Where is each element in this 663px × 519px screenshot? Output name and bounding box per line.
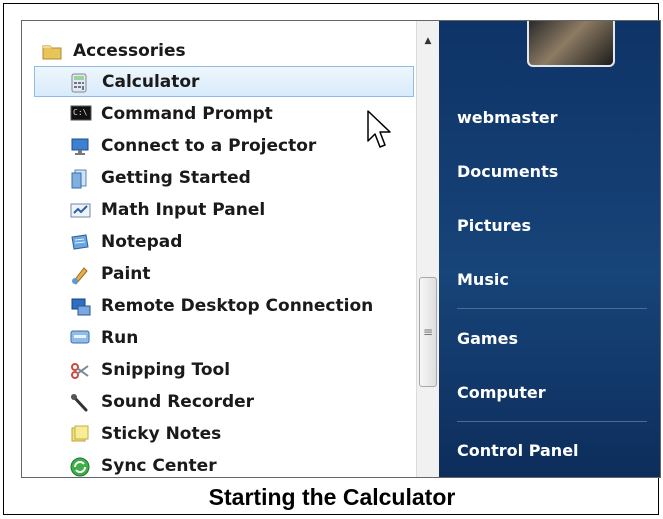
- menu-item-label: Sync Center: [101, 455, 217, 476]
- getting-started-icon: [70, 169, 92, 188]
- mouse-pointer-icon: [366, 109, 394, 159]
- scroll-up-arrow-icon[interactable]: ▲: [417, 31, 439, 51]
- accessories-label: Accessories: [73, 40, 186, 61]
- divider: [457, 308, 647, 309]
- menu-item-paint[interactable]: Paint: [22, 258, 416, 289]
- menu-item-label: Sound Recorder: [101, 391, 255, 412]
- user-name-link[interactable]: webmaster: [457, 108, 557, 127]
- menu-item-getting-started[interactable]: Getting Started: [22, 162, 416, 193]
- menu-item-label: Sticky Notes: [101, 423, 222, 444]
- svg-text:C:\: C:\: [73, 108, 88, 117]
- menu-item-sticky-notes[interactable]: Sticky Notes: [22, 418, 416, 449]
- menu-item-run[interactable]: Run: [22, 322, 416, 353]
- sync-center-icon: [70, 457, 92, 476]
- pictures-link[interactable]: Pictures: [457, 216, 531, 235]
- user-avatar[interactable]: [527, 21, 615, 67]
- menu-item-calculator[interactable]: Calculator: [34, 66, 414, 97]
- accessories-folder[interactable]: Accessories: [22, 35, 416, 66]
- menu-item-sound-recorder[interactable]: Sound Recorder: [22, 386, 416, 417]
- start-menu-right-pane: webmaster Documents Pictures Music Games…: [439, 21, 660, 477]
- projector-icon: [70, 137, 92, 155]
- control-panel-link[interactable]: Control Panel: [457, 441, 579, 460]
- microphone-icon: [70, 393, 92, 411]
- figure-frame: Accessories Calculator C:\ Command Promp…: [3, 3, 661, 515]
- menu-item-math-input[interactable]: Math Input Panel: [22, 194, 416, 225]
- scroll-thumb[interactable]: ≡: [419, 277, 437, 387]
- menu-item-label: Math Input Panel: [101, 199, 266, 220]
- menu-item-remote-desktop[interactable]: Remote Desktop Connection: [22, 290, 416, 321]
- snipping-tool-icon: [70, 361, 92, 379]
- menu-item-notepad[interactable]: Notepad: [22, 226, 416, 257]
- menu-item-label: Connect to a Projector: [101, 135, 317, 156]
- divider: [457, 421, 647, 422]
- math-input-icon: [70, 201, 92, 219]
- all-programs-pane: Accessories Calculator C:\ Command Promp…: [22, 21, 439, 477]
- grip-icon: ≡: [422, 325, 434, 339]
- menu-item-label: Paint: [101, 263, 151, 284]
- menu-item-command-prompt[interactable]: C:\ Command Prompt: [22, 98, 416, 129]
- menu-item-sync-center[interactable]: Sync Center: [22, 450, 416, 477]
- menu-item-label: Run: [101, 327, 139, 348]
- menu-item-label: Getting Started: [101, 167, 251, 188]
- games-link[interactable]: Games: [457, 329, 518, 348]
- start-menu: Accessories Calculator C:\ Command Promp…: [21, 20, 661, 478]
- documents-link[interactable]: Documents: [457, 162, 558, 181]
- calculator-icon: [71, 73, 93, 92]
- program-list: Accessories Calculator C:\ Command Promp…: [22, 21, 416, 477]
- notepad-icon: [70, 233, 92, 251]
- menu-item-snipping-tool[interactable]: Snipping Tool: [22, 354, 416, 385]
- menu-item-label: Command Prompt: [101, 103, 273, 124]
- vertical-scrollbar[interactable]: ▲ ≡: [416, 21, 439, 477]
- menu-item-label: Notepad: [101, 231, 183, 252]
- menu-item-label: Calculator: [102, 71, 200, 92]
- remote-desktop-icon: [70, 297, 92, 315]
- music-link[interactable]: Music: [457, 270, 509, 289]
- run-icon: [70, 329, 92, 347]
- sticky-notes-icon: [70, 425, 92, 443]
- command-prompt-icon: C:\: [70, 105, 92, 123]
- menu-item-label: Snipping Tool: [101, 359, 231, 380]
- menu-item-label: Remote Desktop Connection: [101, 295, 374, 316]
- figure-caption: Starting the Calculator: [208, 484, 456, 510]
- paint-icon: [70, 265, 92, 285]
- menu-item-connect-projector[interactable]: Connect to a Projector: [22, 130, 416, 161]
- computer-link[interactable]: Computer: [457, 383, 546, 402]
- folder-icon: [42, 42, 64, 60]
